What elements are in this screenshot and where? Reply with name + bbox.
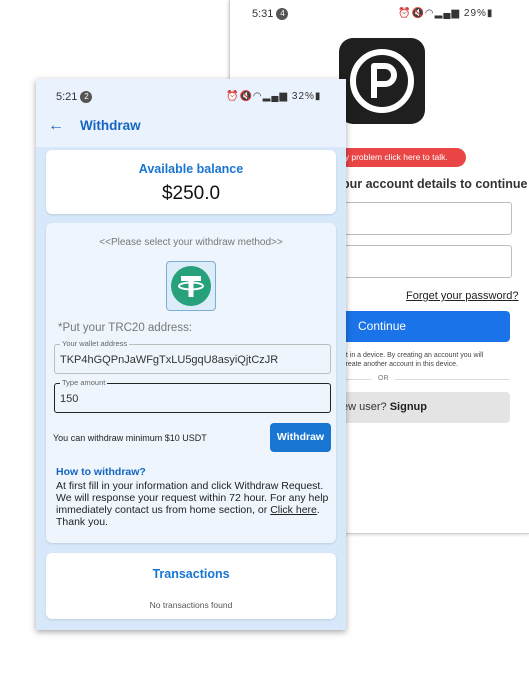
signup-prefix: ew user? — [342, 401, 387, 413]
status-icons: ⏰🔇◠▂▄▆ 29%▮ — [398, 8, 493, 19]
mute-icon: 🔇 — [239, 91, 253, 102]
signup-label: Signup — [389, 401, 427, 413]
back-arrow-icon[interactable]: ← — [48, 115, 64, 137]
transactions-empty: No transactions found — [149, 600, 233, 610]
wifi-icon: ◠ — [252, 91, 263, 102]
amount-label: Type amount — [60, 378, 108, 387]
forgot-password-link[interactable]: Forget your password? — [406, 290, 519, 302]
battery-icon: ▮ — [486, 8, 494, 19]
battery-icon: ▮ — [314, 91, 322, 102]
login-heading: our account details to continue — [342, 177, 528, 191]
transactions-title: Transactions — [152, 567, 230, 581]
trc20-prompt: *Put your TRC20 address: — [58, 322, 193, 334]
notification-badge: 2 — [80, 91, 93, 103]
continue-button[interactable]: Continue — [338, 311, 510, 342]
status-icons: ⏰🔇◠▂▄▆ 32%▮ — [226, 91, 321, 102]
mute-icon: 🔇 — [411, 8, 425, 19]
status-bar: 5:31 4 ⏰🔇◠▂▄▆ 29%▮ — [230, 0, 529, 28]
divider — [342, 379, 510, 380]
wallet-address-field[interactable]: Your wallet address TKP4hGQPnJaWFgTxLU5g… — [54, 339, 331, 374]
parking-logo-icon — [339, 38, 425, 124]
wallet-address-value: TKP4hGQPnJaWFgTxLU5gqU8asyiQjtCzJR — [60, 354, 279, 366]
status-time: 5:31 — [252, 8, 274, 20]
transactions-card: Transactions No transactions found — [46, 553, 336, 619]
usdt-method-option[interactable] — [166, 261, 216, 311]
status-time: 5:21 — [56, 91, 78, 103]
battery-level: 29% — [463, 8, 487, 19]
howto-title: How to withdraw? — [56, 466, 146, 478]
wallet-address-label: Your wallet address — [60, 339, 130, 348]
signal-icon: ▂▄▆ — [434, 8, 461, 19]
email-field[interactable] — [338, 202, 512, 235]
method-hint: <<Please select your withdraw method>> — [99, 237, 283, 248]
or-label: OR — [372, 375, 395, 382]
notification-badge: 4 — [276, 8, 289, 20]
signal-icon: ▂▄▆ — [262, 91, 289, 102]
balance-card: Available balance $250.0 — [46, 150, 336, 214]
page-title: Withdraw — [80, 118, 141, 133]
support-banner[interactable]: ny problem click here to talk. — [334, 148, 466, 167]
amount-value: 150 — [60, 393, 79, 405]
withdraw-method-card: <<Please select your withdraw method>> *… — [46, 223, 336, 543]
click-here-link[interactable]: Click here — [270, 504, 317, 516]
withdraw-button[interactable]: Withdraw — [270, 423, 331, 452]
balance-value: $250.0 — [161, 183, 221, 204]
wifi-icon: ◠ — [424, 8, 435, 19]
alarm-icon: ⏰ — [398, 8, 412, 19]
alarm-icon: ⏰ — [226, 91, 240, 102]
device-note: nt in a device. By creating an account y… — [342, 352, 484, 368]
minimum-note: You can withdraw minimum $10 USDT — [53, 433, 207, 443]
amount-field[interactable]: Type amount 150 — [54, 378, 331, 413]
tether-icon — [171, 266, 211, 306]
signup-button[interactable]: ew user? Signup — [338, 392, 510, 423]
balance-label: Available balance — [138, 162, 244, 176]
withdraw-screen: 5:21 2 ⏰🔇◠▂▄▆ 32%▮ ← Withdraw Available b… — [36, 79, 346, 630]
status-bar: 5:21 2 ⏰🔇◠▂▄▆ 32%▮ — [36, 79, 346, 109]
password-field[interactable] — [338, 245, 512, 278]
battery-level: 32% — [291, 91, 315, 102]
howto-text: At first fill in your information and cl… — [56, 480, 331, 528]
app-bar: ← Withdraw — [36, 109, 346, 147]
